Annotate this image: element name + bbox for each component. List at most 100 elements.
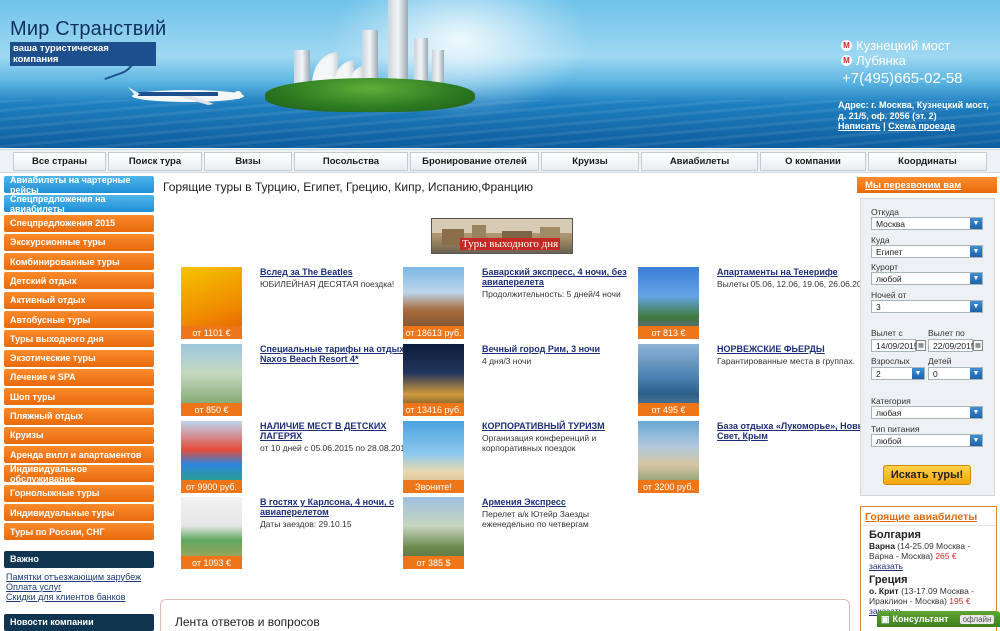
nav-hotel-booking[interactable]: Бронирование отелей (410, 152, 539, 171)
tour-thumbnail[interactable]: от 9900 руб. (181, 421, 242, 493)
tour-thumbnail[interactable]: от 3200 руб. (638, 421, 699, 493)
sidebar-item[interactable]: Комбинированные туры (4, 253, 154, 271)
tour-title-link[interactable]: Специальные тарифы на отдых в Naxos Beac… (260, 344, 415, 364)
tour-title-link[interactable]: Апартаменты на Тенерифе (717, 267, 872, 277)
nav-cruises[interactable]: Круизы (541, 152, 639, 171)
tour-title-link[interactable]: НАЛИЧИЕ МЕСТ В ДЕТСКИХ ЛАГЕРЯХ (260, 421, 415, 441)
tour-title-link[interactable]: Баварский экспресс, 4 ночи, без авиапере… (482, 267, 637, 287)
sidebar-item[interactable]: Туры выходного дня (4, 330, 154, 348)
sidebar-item[interactable]: Круизы (4, 426, 154, 444)
metro-station-1: М Кузнецкий мост (841, 38, 950, 53)
sidebar-item[interactable]: Экскурсионные туры (4, 233, 154, 251)
nav-visas[interactable]: Визы (204, 152, 292, 171)
tour-title-link[interactable]: КОРПОРАТИВНЫЙ ТУРИЗМ (482, 421, 637, 431)
tour-card: от 813 € Апартаменты на Тенерифе Вылеты 05… (638, 267, 871, 339)
nav-air-tickets[interactable]: Авиабилеты (641, 152, 758, 171)
feed-box: Лента ответов и вопросов (160, 599, 850, 631)
map-link[interactable]: Схема проезда (888, 121, 955, 131)
important-link-memo[interactable]: Памятки отъезжающим зарубеж (6, 572, 152, 582)
important-link-discounts[interactable]: Скидки для клиентов банков (6, 592, 152, 602)
sidebar-item[interactable]: Лечение и SPA (4, 368, 154, 386)
tour-card: от 1093 € В гостях у Карлсона, 4 ночи, с … (181, 497, 406, 569)
tour-thumbnail[interactable]: от 850 € (181, 344, 242, 416)
nights-select[interactable]: 3 ▼ (871, 300, 983, 313)
sidebar-item[interactable]: Аренда вилл и апартаментов (4, 446, 154, 464)
nights-label: Ночей от (871, 290, 907, 300)
tour-title-link[interactable]: Армения Экспресс (482, 497, 637, 507)
hot-flight-order-link[interactable]: заказать (861, 561, 996, 571)
from-label: Откуда (871, 207, 899, 217)
island-image (265, 78, 475, 112)
tour-thumbnail[interactable]: от 13416 руб. (403, 344, 464, 416)
depart-to-input[interactable]: 22/09/2015 ▦ (928, 339, 983, 352)
nav-contacts[interactable]: Координаты (868, 152, 987, 171)
sidebar-item[interactable]: Спецпредложения 2015 (4, 214, 154, 232)
sidebar-item[interactable]: Пляжный отдых (4, 407, 154, 425)
search-tours-button[interactable]: Искать туры! (883, 465, 971, 485)
sidebar-item[interactable]: Шоп туры (4, 388, 154, 406)
hot-flight-country: Болгария (869, 529, 921, 541)
metro-icon: М (841, 55, 852, 66)
header-banner: Мир Странствий ваша туристическая компан… (0, 0, 1000, 148)
depart-from-input[interactable]: 14/09/2015 ▦ (871, 339, 926, 352)
adults-select[interactable]: 2 ▼ (871, 367, 925, 380)
from-select[interactable]: Москва ▼ (871, 217, 983, 230)
tour-thumbnail[interactable]: от 1093 € (181, 497, 242, 569)
resort-label: Курорт (871, 262, 898, 272)
resort-select[interactable]: любой ▼ (871, 272, 983, 285)
nav-all-countries[interactable]: Все страны (13, 152, 106, 171)
tour-title-link[interactable]: Вечный город Рим, 3 ночи (482, 344, 637, 354)
tour-description: ЮБИЛЕЙНАЯ ДЕСЯТАЯ поездка! (260, 279, 395, 289)
logo-title[interactable]: Мир Странствий (10, 18, 166, 41)
consultant-widget[interactable]: ▣ Консультант офлайн (877, 611, 1000, 627)
sidebar-item[interactable]: Авиабилеты на чартерные рейсы (4, 175, 154, 195)
callback-button[interactable]: Мы перезвоним вам (857, 177, 997, 193)
sidebar-item[interactable]: Горнолыжные туры (4, 484, 154, 502)
tour-title-link[interactable]: НОРВЕЖСКИЕ ФЬЕРДЫ (717, 344, 872, 354)
sidebar-item[interactable]: Спецпредложения на авиабилеты (4, 194, 154, 214)
tour-price: от 13416 руб. (403, 403, 464, 416)
calendar-icon[interactable]: ▦ (916, 340, 926, 351)
important-link-payment[interactable]: Оплата услуг (6, 582, 152, 592)
sidebar-item[interactable]: Туры по России, СНГ (4, 523, 154, 541)
feed-title: Лента ответов и вопросов (175, 615, 320, 629)
sidebar-item[interactable]: Индивидуальное обслуживание (4, 464, 154, 484)
write-link[interactable]: Написать (838, 121, 881, 131)
nav-embassies[interactable]: Посольства (294, 152, 408, 171)
nav-tour-search[interactable]: Поиск тура (108, 152, 202, 171)
news-heading[interactable]: Новости компании (4, 613, 154, 631)
tour-description: Гарантированные места в группах. (717, 356, 855, 366)
sidebar-item[interactable]: Автобусные туры (4, 311, 154, 329)
nav-about[interactable]: О компании (760, 152, 866, 171)
tour-thumbnail[interactable]: от 1101 € (181, 267, 242, 339)
tour-thumbnail[interactable]: от 495 € (638, 344, 699, 416)
hot-flight-detail: Варна (14-25.09 Москва - Варна - Москва)… (869, 541, 971, 561)
sidebar-item[interactable]: Детский отдых (4, 272, 154, 290)
hot-flights-title[interactable]: Горящие авиабилеты (861, 507, 996, 526)
page-title: Горящие туры в Турцию, Египет, Грецию, К… (163, 180, 534, 194)
tour-card: Звоните! КОРПОРАТИВНЫЙ ТУРИЗМ Организация … (403, 421, 628, 493)
tour-title-link[interactable]: Вслед за The Beatles (260, 267, 415, 277)
sidebar-item[interactable]: Экзотические туры (4, 349, 154, 367)
to-select[interactable]: Египет ▼ (871, 245, 983, 258)
calendar-icon[interactable]: ▦ (973, 340, 983, 351)
tour-price: от 850 € (181, 403, 242, 416)
category-select[interactable]: любая ▼ (871, 406, 983, 419)
chevron-down-icon: ▼ (970, 435, 982, 446)
sidebar-item[interactable]: Активный отдых (4, 291, 154, 309)
tour-thumbnail[interactable]: от 385 $ (403, 497, 464, 569)
tour-card: от 495 € НОРВЕЖСКИЕ ФЬЕРДЫ Гарантированные… (638, 344, 863, 416)
children-select[interactable]: 0 ▼ (928, 367, 983, 380)
hot-flight-detail: о. Крит (13-17.09 Москва - Ираклион - Мо… (869, 586, 975, 606)
weekend-tours-banner[interactable]: Туры выходного дня (431, 218, 573, 254)
tour-title-link[interactable]: В гостях у Карлсона, 4 ночи, с авиаперел… (260, 497, 415, 517)
tour-thumbnail[interactable]: от 813 € (638, 267, 699, 339)
tour-thumbnail[interactable]: Звоните! (403, 421, 464, 493)
tour-card: от 385 $ Армения Экспресс Перелет а/к Ютей… (403, 497, 628, 569)
tour-price: от 18613 руб. (403, 326, 464, 339)
tour-thumbnail[interactable]: от 18613 руб. (403, 267, 464, 339)
meal-select[interactable]: любой ▼ (871, 434, 983, 447)
sidebar-item[interactable]: Индивидуальные туры (4, 504, 154, 522)
tour-title-link[interactable]: База отдыха «Лукоморье», Новый Свет, Кры… (717, 421, 872, 441)
chevron-down-icon: ▼ (970, 246, 982, 257)
